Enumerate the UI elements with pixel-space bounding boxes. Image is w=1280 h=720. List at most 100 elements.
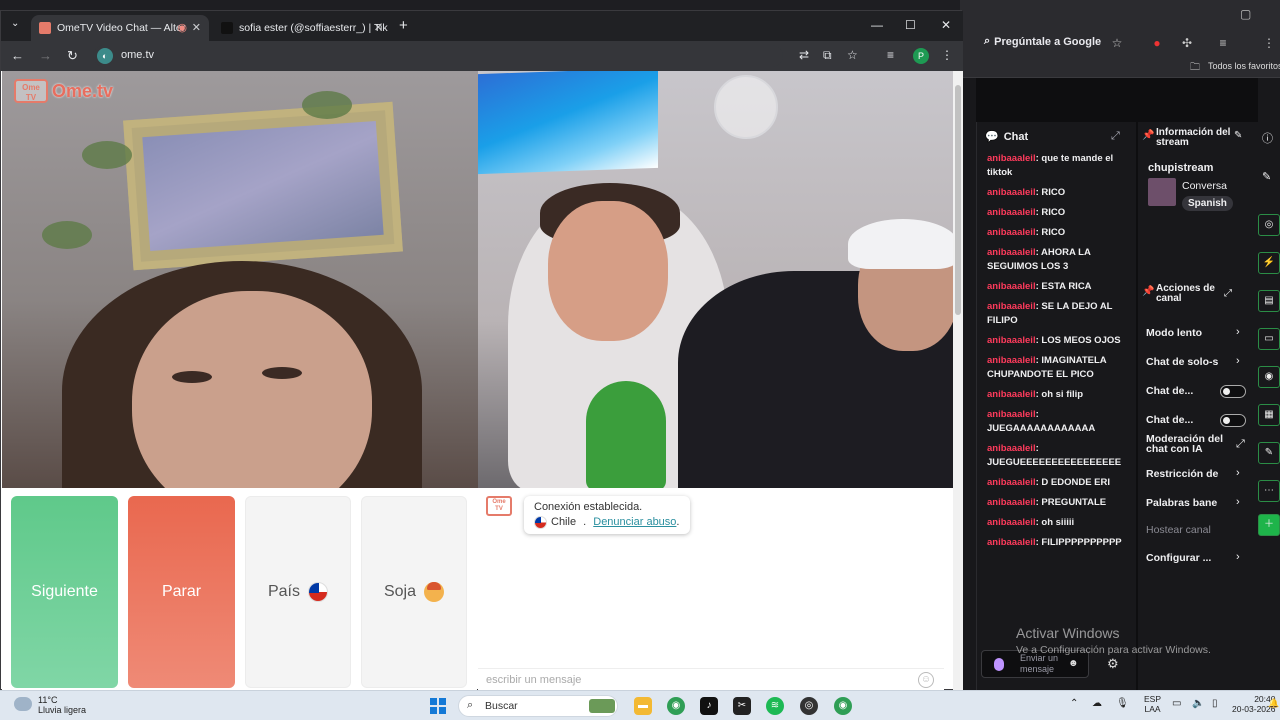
emoji-icon[interactable]: ☻: [1068, 658, 1079, 669]
pencil-icon[interactable]: ✎: [1262, 170, 1271, 183]
back-arrow-icon[interactable]: ←: [11, 48, 24, 63]
chat-username[interactable]: anibaaaleil: [987, 477, 1036, 488]
chat-username[interactable]: anibaaaleil: [987, 409, 1036, 420]
toggle-switch[interactable]: [1220, 385, 1246, 398]
message-input[interactable]: escribir un mensaje ☺: [478, 668, 944, 691]
network-icon[interactable]: ▭: [1172, 698, 1181, 709]
chat-username[interactable]: anibaaaleil: [987, 537, 1036, 548]
volume-icon[interactable]: 🔈: [1192, 698, 1204, 709]
toggle-switch[interactable]: [1220, 414, 1246, 427]
quick-action-layout-icon[interactable]: ▦: [1258, 404, 1280, 426]
battery-icon[interactable]: ▯: [1212, 698, 1218, 709]
channel-action-item[interactable]: Moderación del chat con IA: [1146, 434, 1226, 454]
chrome-profile-icon[interactable]: ◉: [834, 697, 852, 715]
tiktok-icon[interactable]: ♪: [700, 697, 718, 715]
notification-icon[interactable]: 🔔: [1268, 698, 1279, 709]
background-toolbar: ⌕ Pregúntale a Google ☆ ● ✣ ≡ ⋮: [960, 30, 1280, 56]
obs-icon[interactable]: ◎: [800, 697, 818, 715]
weather-widget[interactable]: 11°C Lluvia ligera: [38, 695, 86, 715]
ometv-logo-text: Ome.tv: [52, 80, 114, 101]
country-filter-button[interactable]: País: [245, 496, 351, 688]
reload-icon[interactable]: ↻: [67, 48, 78, 64]
quick-action-share-icon[interactable]: ⋯: [1258, 480, 1280, 502]
close-tab-icon[interactable]: ✕: [374, 21, 383, 34]
next-button[interactable]: Siguiente: [11, 496, 118, 688]
quick-action-camera-icon[interactable]: ◎: [1258, 214, 1280, 236]
chat-username[interactable]: anibaaaleil: [987, 443, 1036, 454]
maximize-icon[interactable]: ☐: [905, 18, 916, 32]
quick-action-doc-icon[interactable]: ▤: [1258, 290, 1280, 312]
tray-cloud-icon[interactable]: ☁: [1092, 698, 1102, 709]
minimize-icon[interactable]: —: [871, 18, 883, 32]
input-language[interactable]: ESP LAA: [1144, 694, 1161, 714]
tab-search-icon[interactable]: ⌄: [11, 18, 19, 29]
spotify-icon[interactable]: ≋: [766, 697, 784, 715]
forward-arrow-icon[interactable]: →: [39, 48, 52, 63]
category-thumbnail: [1148, 178, 1176, 206]
file-explorer-icon[interactable]: ▬: [634, 697, 652, 715]
chat-text: : oh si filip: [1035, 389, 1084, 400]
taskbar-search[interactable]: ⌕ Buscar: [458, 695, 618, 717]
external-link-icon[interactable]: ⤢: [1236, 438, 1245, 451]
page-scrollbar[interactable]: [953, 71, 963, 691]
chat-username[interactable]: anibaaaleil: [987, 355, 1036, 366]
chat-username[interactable]: anibaaaleil: [987, 517, 1036, 528]
chat-popout-icon[interactable]: ⤢: [1111, 130, 1120, 143]
tray-mic-icon[interactable]: 🎙: [1116, 698, 1129, 709]
quick-action-chat-icon[interactable]: ▭: [1258, 328, 1280, 350]
extension-icon[interactable]: ●: [1150, 36, 1164, 50]
tab-tiktok[interactable]: sofia ester (@soffiaesterr_) | Tik ✕: [213, 15, 391, 41]
profile-avatar[interactable]: P: [913, 48, 929, 64]
quick-action-bolt-icon[interactable]: ⚡: [1258, 252, 1280, 274]
background-menu-icon[interactable]: ⋮: [1262, 36, 1276, 50]
extensions-puzzle-icon[interactable]: ✣: [1180, 36, 1194, 50]
edit-pencil-icon[interactable]: ✎: [1234, 130, 1242, 141]
ask-google-button[interactable]: ⌕ Pregúntale a Google: [984, 35, 1101, 48]
gender-filter-button[interactable]: Soja: [361, 496, 467, 688]
windows-start-icon[interactable]: [430, 698, 446, 714]
emoji-smiley-icon[interactable]: ☺: [918, 672, 934, 688]
chrome-icon[interactable]: ◉: [667, 697, 685, 715]
chat-settings-gear-icon[interactable]: ⚙: [1107, 656, 1119, 672]
quick-action-broadcast-icon[interactable]: ◉: [1258, 366, 1280, 388]
translate-icon[interactable]: ⇄: [799, 48, 809, 62]
browser-menu-icon[interactable]: ⋮: [941, 48, 953, 62]
tray-chevron-icon[interactable]: ⌃: [1070, 698, 1078, 709]
stop-button[interactable]: Parar: [128, 496, 235, 688]
install-app-icon[interactable]: ⧉: [823, 48, 832, 63]
popout-icon[interactable]: ⤢: [1224, 288, 1232, 299]
new-tab-plus-icon[interactable]: +: [399, 17, 408, 34]
chat-username[interactable]: anibaaaleil: [987, 207, 1036, 218]
quick-action-add-icon[interactable]: ＋: [1258, 514, 1280, 536]
chat-message: anibaaaleil: AHORA LA SEGUIMOS LOS 3: [987, 246, 1125, 274]
chat-username[interactable]: anibaaaleil: [987, 301, 1036, 312]
all-bookmarks-link[interactable]: Todos los favoritos: [1208, 61, 1280, 71]
site-info-icon[interactable]: ◐: [97, 48, 113, 64]
close-window-icon[interactable]: ✕: [941, 18, 951, 32]
local-video-feed: Ome TV Ome.tv: [2, 71, 478, 488]
chat-username[interactable]: anibaaaleil: [987, 497, 1036, 508]
chat-username[interactable]: anibaaaleil: [987, 335, 1036, 346]
tab-ometv[interactable]: OmeTV Video Chat — Alter ◉ ✕: [31, 15, 209, 41]
chat-username[interactable]: anibaaaleil: [987, 281, 1036, 292]
background-restore-icon[interactable]: ▢: [1240, 7, 1251, 21]
bookmark-star-icon[interactable]: ☆: [1110, 36, 1124, 50]
chat-username[interactable]: anibaaaleil: [987, 187, 1036, 198]
scrollbar-thumb[interactable]: [955, 85, 961, 315]
chat-username[interactable]: anibaaaleil: [987, 389, 1036, 400]
quick-action-wrench-icon[interactable]: ✎: [1258, 442, 1280, 464]
reading-list-icon[interactable]: ≡: [1216, 36, 1230, 50]
chat-username[interactable]: anibaaaleil: [987, 247, 1036, 258]
close-tab-icon[interactable]: ✕: [192, 21, 201, 34]
capcut-icon[interactable]: ✂: [733, 697, 751, 715]
omnibox[interactable]: ◐ ome.tv ⇄ ⧉ ☆: [93, 45, 858, 67]
chat-username[interactable]: anibaaaleil: [987, 153, 1036, 164]
main-browser-window: ⌄ OmeTV Video Chat — Alter ◉ ✕ sofia est…: [0, 10, 963, 691]
report-abuse-link[interactable]: Denunciar abuso: [593, 515, 676, 530]
mic-icon[interactable]: [994, 658, 1004, 671]
bookmark-star-icon[interactable]: ☆: [847, 48, 858, 62]
chat-username[interactable]: anibaaaleil: [987, 227, 1036, 238]
weather-cloud-icon[interactable]: [14, 697, 32, 711]
media-controls-icon[interactable]: ≡: [887, 48, 894, 62]
info-icon[interactable]: ⓘ: [1262, 130, 1273, 146]
